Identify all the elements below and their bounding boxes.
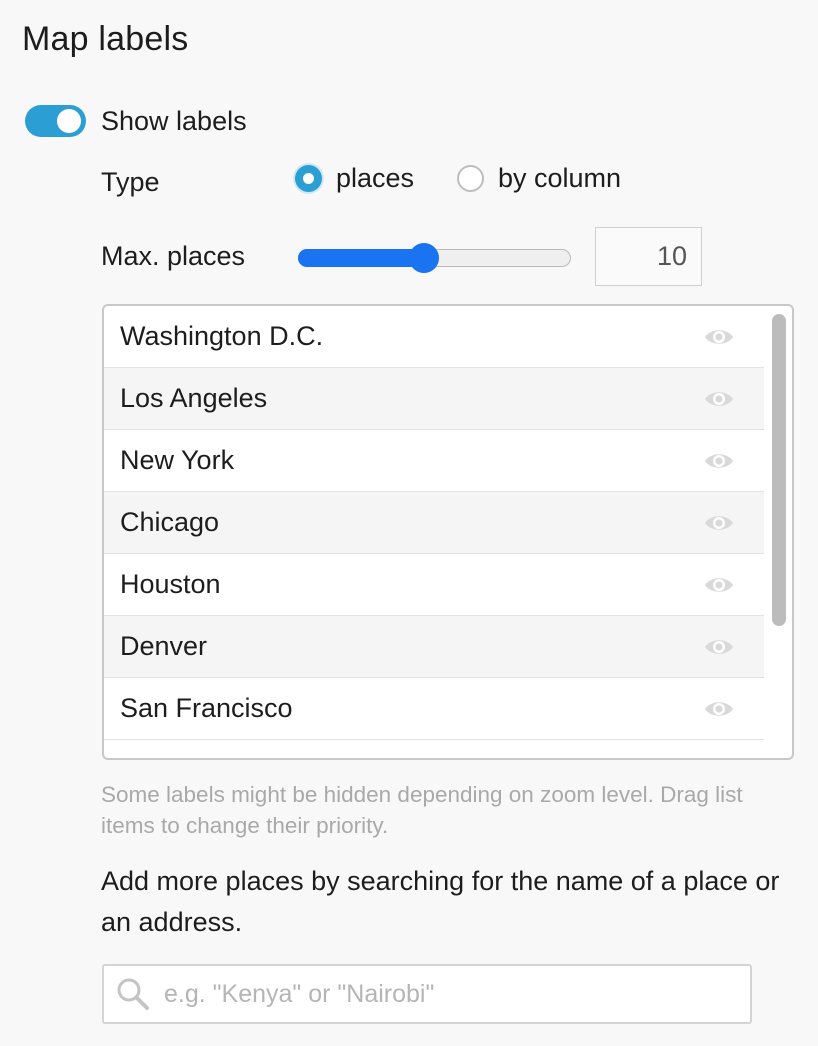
list-item[interactable]: San Francisco	[104, 678, 764, 740]
eye-icon[interactable]	[704, 699, 734, 719]
place-name: San Francisco	[120, 693, 293, 723]
list-item[interactable]: Washington D.C.	[104, 306, 764, 368]
eye-icon[interactable]	[704, 513, 734, 533]
toggle-knob	[57, 109, 81, 133]
show-labels-label: Show labels	[101, 105, 247, 136]
place-name: Washington D.C.	[120, 321, 324, 351]
eye-icon[interactable]	[704, 637, 734, 657]
radio-by-column[interactable]: by column	[457, 163, 621, 194]
eye-icon[interactable]	[704, 575, 734, 595]
section-title: Map labels	[22, 20, 189, 58]
slider-thumb[interactable]	[408, 243, 439, 273]
radio-unselected-icon	[457, 165, 484, 192]
add-places-text: Add more places by searching for the nam…	[101, 866, 780, 937]
list-item[interactable]: Denver	[104, 616, 764, 678]
eye-icon[interactable]	[704, 451, 734, 471]
places-list-items: Washington D.C. Los Angeles New York Chicag…	[104, 306, 764, 740]
place-name: Los Angeles	[120, 383, 268, 413]
max-places-label: Max. places	[101, 241, 246, 271]
max-places-input[interactable]: 10	[595, 227, 702, 286]
list-item[interactable]: New York	[104, 430, 764, 492]
eye-icon[interactable]	[704, 389, 734, 409]
place-name: Chicago	[120, 507, 220, 537]
place-name: Denver	[120, 631, 208, 661]
places-list: Washington D.C. Los Angeles New York Chicag…	[102, 304, 794, 760]
show-labels-row: Show labels	[25, 104, 247, 138]
type-label: Type	[101, 167, 160, 197]
search-icon	[117, 978, 149, 1010]
place-name: Houston	[120, 569, 221, 599]
radio-selected-icon	[295, 165, 322, 192]
list-item[interactable]: Houston	[104, 554, 764, 616]
place-name: New York	[120, 445, 235, 475]
radio-places[interactable]: places	[295, 163, 414, 194]
list-item[interactable]: Los Angeles	[104, 368, 764, 430]
hint-text: Some labels might be hidden depending on…	[101, 782, 743, 838]
max-places-slider[interactable]	[298, 243, 571, 273]
show-labels-toggle[interactable]	[25, 105, 86, 137]
eye-icon[interactable]	[704, 327, 734, 347]
place-search-field[interactable]: e.g. "Kenya" or "Nairobi"	[102, 964, 752, 1024]
radio-by-column-label: by column	[498, 163, 622, 193]
list-scrollbar[interactable]	[772, 314, 786, 626]
radio-places-label: places	[336, 163, 415, 193]
search-placeholder: e.g. "Kenya" or "Nairobi"	[164, 979, 435, 1008]
list-item[interactable]: Chicago	[104, 492, 764, 554]
slider-fill	[298, 249, 424, 267]
